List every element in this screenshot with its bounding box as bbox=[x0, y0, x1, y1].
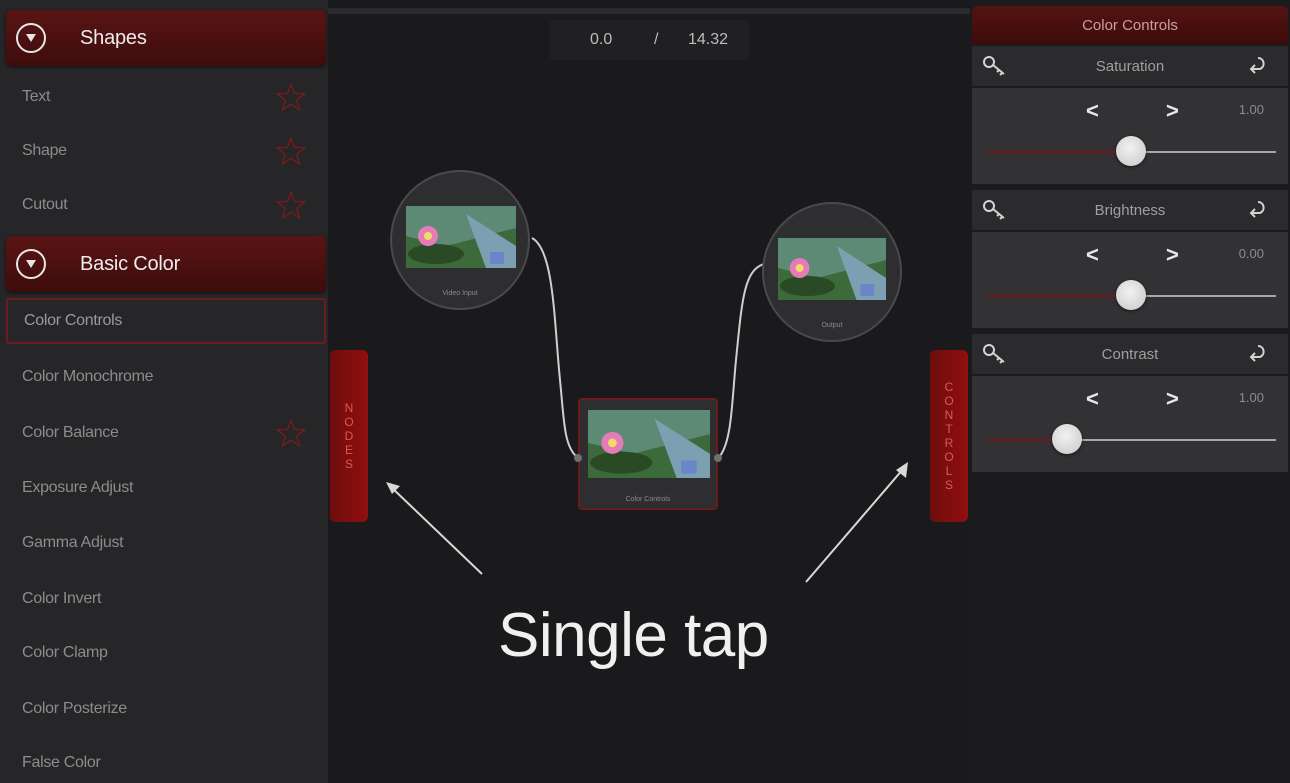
video-thumbnail bbox=[406, 206, 516, 268]
tab-letter: S bbox=[344, 457, 353, 471]
param-slider[interactable] bbox=[986, 424, 1276, 454]
chevron-down-icon bbox=[16, 249, 46, 279]
tab-letter: N bbox=[344, 401, 354, 415]
param-value: 1.00 bbox=[1238, 390, 1264, 405]
list-item-label: False Color bbox=[22, 754, 101, 771]
list-item-false-color[interactable]: False Color bbox=[6, 740, 326, 783]
tab-letter: S bbox=[944, 478, 953, 492]
output-port[interactable] bbox=[714, 454, 722, 462]
star-icon[interactable] bbox=[276, 83, 306, 111]
param-body-contrast: < >1.00 bbox=[972, 376, 1288, 472]
list-item-label: Exposure Adjust bbox=[22, 479, 134, 496]
param-slider[interactable] bbox=[986, 136, 1276, 166]
output-thumbnail bbox=[778, 238, 886, 300]
param-slider[interactable] bbox=[986, 280, 1276, 310]
param-name: Saturation bbox=[1095, 57, 1165, 75]
filter-thumbnail bbox=[588, 410, 710, 478]
list-item-text[interactable]: Text bbox=[6, 74, 326, 120]
slider-knob[interactable] bbox=[1052, 424, 1082, 454]
controls-tab[interactable]: CONTROLS bbox=[930, 350, 968, 522]
key-icon[interactable] bbox=[982, 54, 1008, 78]
node-label: Video Input bbox=[442, 290, 478, 297]
node-canvas[interactable]: 0.0 / 14.32 Video Input Color Controls O… bbox=[328, 0, 970, 783]
list-item-label: Color Controls bbox=[24, 312, 123, 329]
list-item-color-balance[interactable]: Color Balance bbox=[6, 410, 326, 456]
list-item-label: Text bbox=[22, 88, 51, 105]
list-item-label: Color Balance bbox=[22, 424, 119, 441]
decrement-button[interactable]: < bbox=[1086, 386, 1099, 412]
list-item-label: Color Monochrome bbox=[22, 368, 154, 385]
param-name: Brightness bbox=[1094, 201, 1166, 219]
list-item-color-invert[interactable]: Color Invert bbox=[6, 576, 326, 622]
slider-fill bbox=[986, 295, 1131, 297]
list-item-label: Color Invert bbox=[22, 590, 102, 607]
tab-letter: O bbox=[344, 415, 354, 429]
tab-letter: L bbox=[945, 464, 953, 478]
list-item-label: Cutout bbox=[22, 196, 68, 213]
list-item-exposure-adjust[interactable]: Exposure Adjust bbox=[6, 465, 326, 511]
star-icon[interactable] bbox=[276, 137, 306, 165]
increment-button[interactable]: > bbox=[1166, 386, 1179, 412]
slider-knob[interactable] bbox=[1116, 136, 1146, 166]
node-label: Output bbox=[821, 322, 843, 329]
tab-letter: N bbox=[944, 408, 954, 422]
list-item-gamma-adjust[interactable]: Gamma Adjust bbox=[6, 520, 326, 566]
decrement-button[interactable]: < bbox=[1086, 242, 1099, 268]
list-item-color-controls[interactable]: Color Controls bbox=[6, 298, 326, 344]
controls-panel: Color Controls Saturation < >1.00 Brightnes… bbox=[970, 0, 1290, 783]
key-icon[interactable] bbox=[982, 198, 1008, 222]
annotation-text: Single tap bbox=[498, 601, 769, 670]
list-item-color-monochrome[interactable]: Color Monochrome bbox=[6, 354, 326, 400]
list-item-label: Color Clamp bbox=[22, 644, 108, 661]
slider-knob[interactable] bbox=[1116, 280, 1146, 310]
param-header-contrast: Contrast bbox=[972, 334, 1288, 374]
list-item-label: Gamma Adjust bbox=[22, 534, 124, 551]
chevron-down-icon bbox=[16, 23, 46, 53]
star-icon[interactable] bbox=[276, 191, 306, 219]
key-icon[interactable] bbox=[982, 342, 1008, 366]
section-title: Basic Color bbox=[80, 252, 181, 275]
param-body-saturation: < >1.00 bbox=[972, 88, 1288, 184]
tab-letter: D bbox=[344, 429, 354, 443]
reset-icon[interactable] bbox=[1244, 342, 1268, 366]
controls-title: Color Controls bbox=[972, 6, 1288, 44]
color-controls-node[interactable]: Color Controls bbox=[574, 398, 722, 510]
filter-sidebar: Shapes Text Shape Cutout Basic Color Col… bbox=[0, 0, 328, 783]
list-item-label: Shape bbox=[22, 142, 67, 159]
tab-letter: O bbox=[944, 450, 954, 464]
param-body-brightness: < >0.00 bbox=[972, 232, 1288, 328]
tab-letter: R bbox=[944, 436, 954, 450]
star-icon[interactable] bbox=[276, 419, 306, 447]
increment-button[interactable]: > bbox=[1166, 242, 1179, 268]
tab-letter: T bbox=[945, 422, 953, 436]
list-item-label: Color Posterize bbox=[22, 700, 127, 717]
list-item-cutout[interactable]: Cutout bbox=[6, 182, 326, 228]
list-item-color-posterize[interactable]: Color Posterize bbox=[6, 686, 326, 732]
section-title: Shapes bbox=[80, 26, 147, 49]
list-item-shape[interactable]: Shape bbox=[6, 128, 326, 174]
param-header-brightness: Brightness bbox=[972, 190, 1288, 230]
nodes-tab[interactable]: NODES bbox=[330, 350, 368, 522]
section-header-shapes[interactable]: Shapes bbox=[6, 10, 326, 66]
app-window: Shapes Text Shape Cutout Basic Color Col… bbox=[0, 0, 1290, 783]
param-value: 1.00 bbox=[1238, 102, 1264, 117]
node-label: Color Controls bbox=[625, 496, 671, 503]
reset-icon[interactable] bbox=[1244, 54, 1268, 78]
reset-icon[interactable] bbox=[1244, 198, 1268, 222]
input-port[interactable] bbox=[574, 454, 582, 462]
tab-letter: O bbox=[944, 394, 954, 408]
param-value: 0.00 bbox=[1238, 246, 1264, 261]
param-header-saturation: Saturation bbox=[972, 46, 1288, 86]
increment-button[interactable]: > bbox=[1166, 98, 1179, 124]
video-input-node[interactable]: Video Input bbox=[390, 170, 530, 310]
section-header-basic-color[interactable]: Basic Color bbox=[6, 236, 326, 292]
tab-letter: C bbox=[944, 380, 954, 394]
output-node[interactable]: Output bbox=[762, 202, 902, 342]
param-name: Contrast bbox=[1101, 345, 1159, 363]
decrement-button[interactable]: < bbox=[1086, 98, 1099, 124]
tab-letter: E bbox=[344, 443, 353, 457]
list-item-color-clamp[interactable]: Color Clamp bbox=[6, 630, 326, 676]
slider-fill bbox=[986, 151, 1131, 153]
